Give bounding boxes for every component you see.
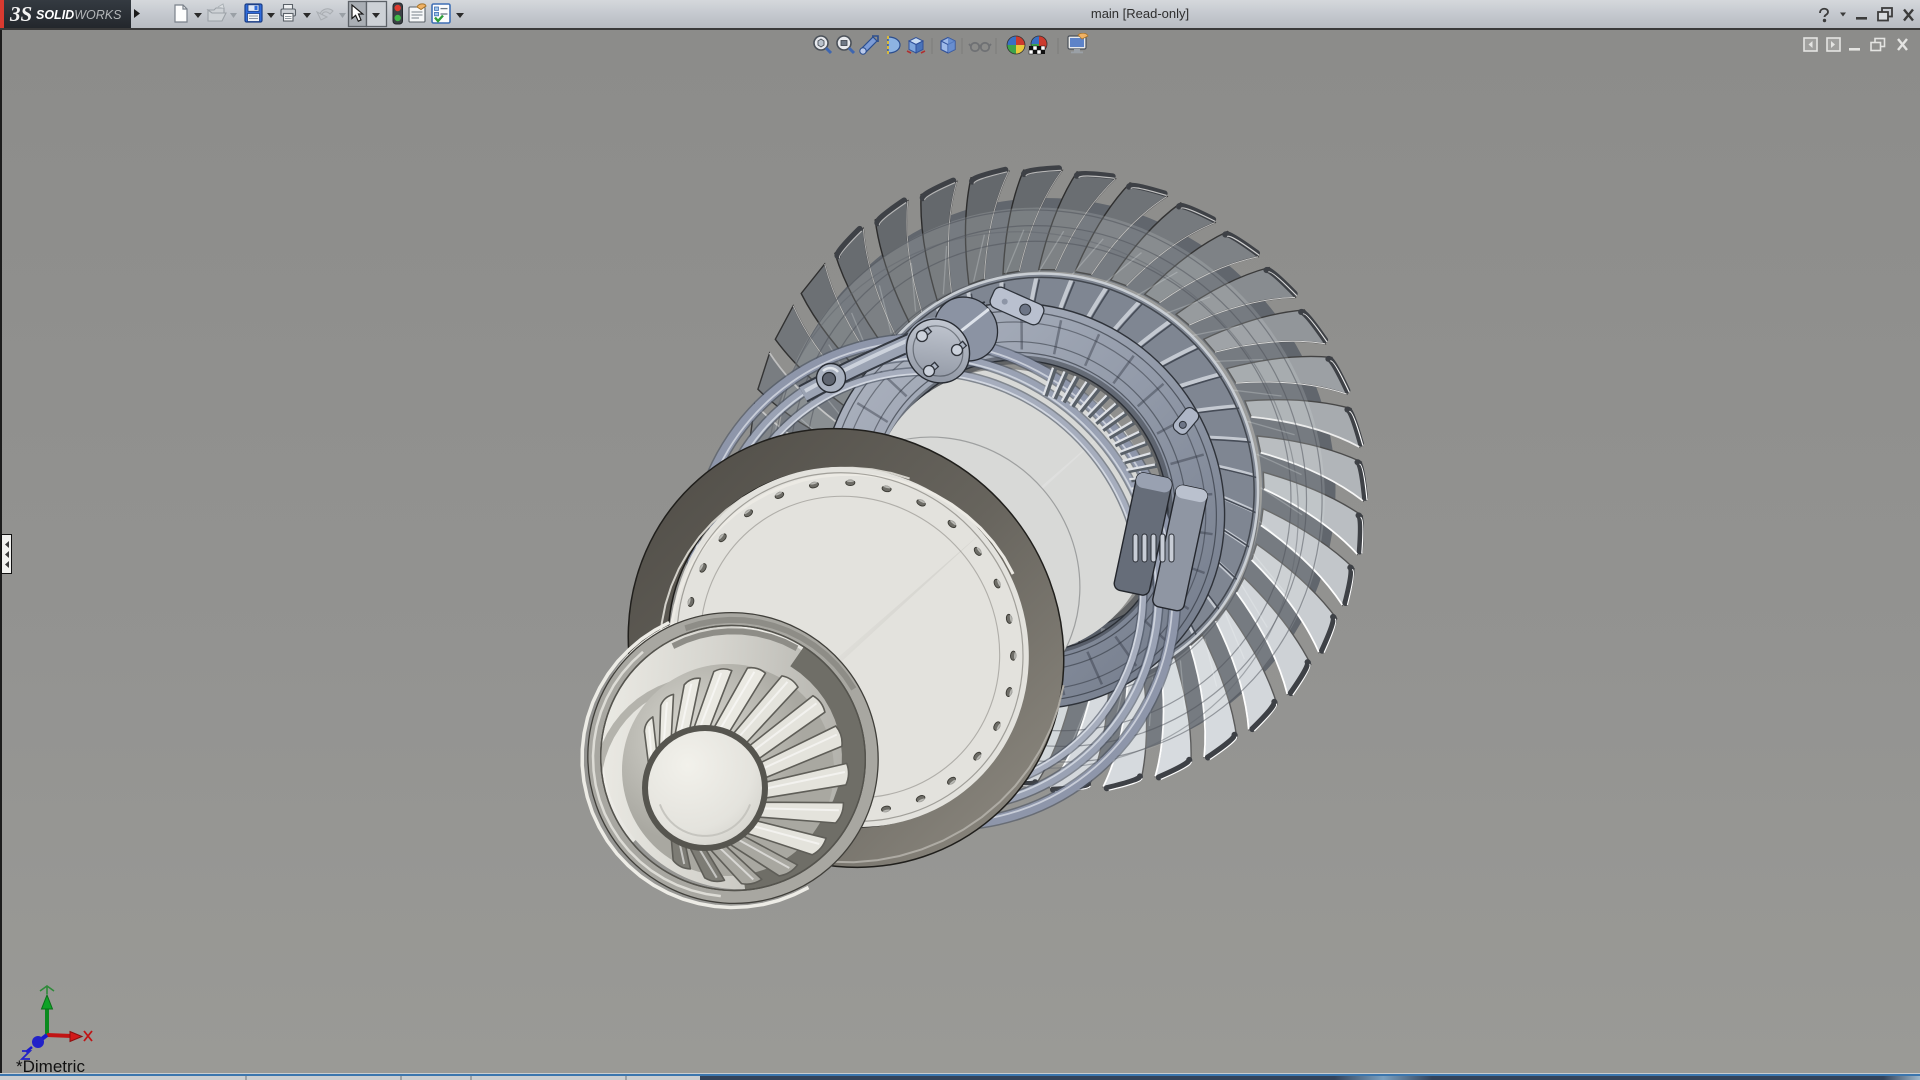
svg-text:3S: 3S — [9, 2, 32, 26]
svg-text:SOLIDWORKS: SOLIDWORKS — [36, 8, 122, 22]
